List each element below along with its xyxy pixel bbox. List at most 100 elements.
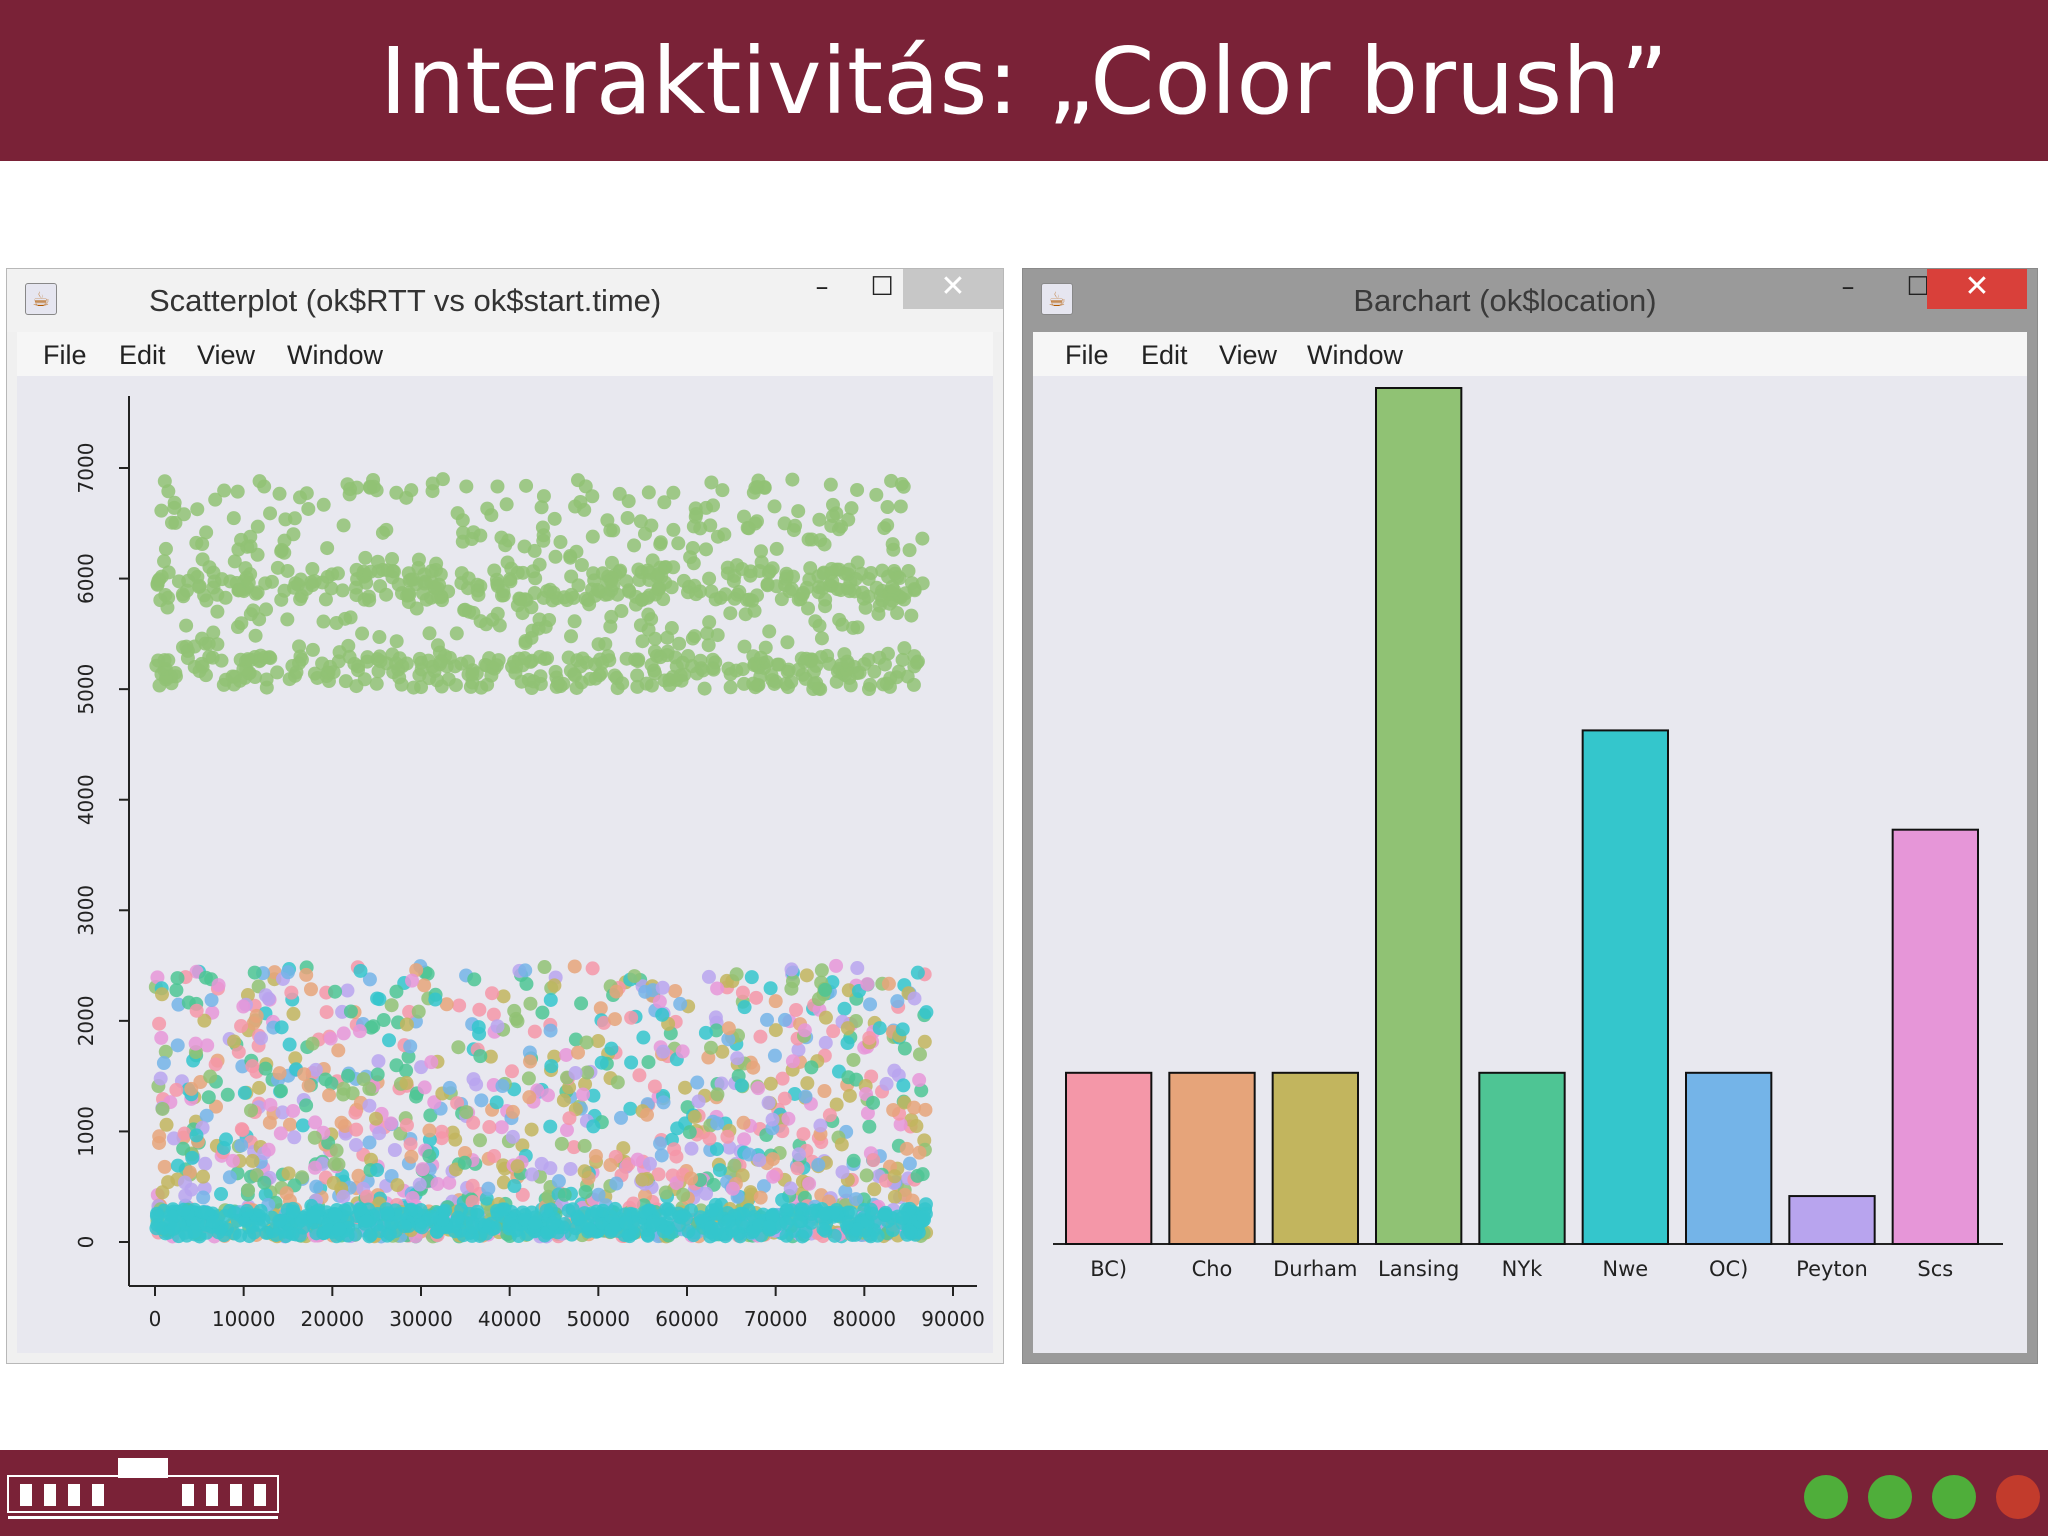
- scatter-point: [169, 983, 184, 998]
- minimize-button[interactable]: –: [1823, 269, 1873, 309]
- scatter-point: [665, 670, 680, 685]
- scatter-point: [765, 673, 780, 688]
- scatterplot-plot-area[interactable]: 0 10000 20000 30000 40000 50000 60000 70000 8000…: [17, 376, 993, 1353]
- scatter-point: [362, 1098, 377, 1113]
- scatter-point: [690, 1075, 705, 1090]
- scatter-point: [546, 585, 561, 600]
- menu-edit[interactable]: Edit: [1141, 340, 1188, 371]
- menu-window[interactable]: Window: [1307, 340, 1403, 371]
- scatter-point: [452, 998, 467, 1013]
- scatter-point: [567, 668, 582, 683]
- minimize-button[interactable]: –: [797, 269, 847, 309]
- scatter-point: [609, 1176, 624, 1191]
- bar-cho[interactable]: [1168, 1071, 1256, 1245]
- scatter-point: [490, 479, 505, 494]
- scatter-point: [721, 1021, 736, 1036]
- scatter-point: [866, 1095, 881, 1110]
- scatter-point: [535, 520, 550, 535]
- scatter-point: [652, 994, 667, 1009]
- scatter-point: [490, 1019, 505, 1034]
- menu-window[interactable]: Window: [287, 340, 383, 371]
- bar-scs[interactable]: [1891, 828, 1980, 1245]
- scatter-point: [295, 1118, 310, 1133]
- bar-bc[interactable]: [1065, 1071, 1153, 1245]
- scatter-point: [837, 566, 852, 581]
- scatter-point: [829, 674, 844, 689]
- scatter-point: [796, 1127, 811, 1142]
- scatter-point: [818, 599, 833, 614]
- scatter-point: [785, 974, 800, 989]
- scatter-point: [351, 1168, 366, 1183]
- scatterplot-chart[interactable]: 0 10000 20000 30000 40000 50000 60000 70000 8000…: [17, 376, 993, 1352]
- scatter-point: [590, 582, 605, 597]
- scatter-point: [225, 1153, 240, 1168]
- scatter-point: [303, 982, 318, 997]
- menu-file[interactable]: File: [43, 340, 87, 371]
- maximize-button[interactable]: ☐: [857, 269, 907, 309]
- bar-category-label: NYk: [1502, 1257, 1544, 1281]
- scatter-point: [334, 1115, 349, 1130]
- menu-view[interactable]: View: [197, 340, 255, 371]
- scatter-point: [532, 649, 547, 664]
- scatter-point: [399, 1076, 414, 1091]
- scatter-point: [644, 657, 659, 672]
- scatter-point: [715, 483, 730, 498]
- bar-oc[interactable]: [1685, 1071, 1773, 1245]
- scatter-point: [768, 994, 783, 1009]
- scatter-point: [564, 569, 579, 584]
- bar-nyk[interactable]: [1478, 1071, 1566, 1245]
- scatter-point: [568, 1065, 583, 1080]
- scatter-point: [434, 1124, 449, 1139]
- scatter-point: [635, 592, 650, 607]
- bar-lansing[interactable]: [1375, 387, 1463, 1245]
- scatter-point: [846, 1052, 861, 1067]
- scatter-point: [474, 1093, 489, 1108]
- barchart-plot-area[interactable]: BC) Cho Durham Lansing NYk Nwe OC) Peyton Scs: [1033, 376, 2027, 1353]
- scatter-point: [329, 1143, 344, 1158]
- scatter-point: [548, 549, 563, 564]
- scatter-point: [730, 1051, 745, 1066]
- scatter-point: [149, 1209, 164, 1224]
- scatter-point: [761, 1219, 776, 1234]
- scatter-point: [217, 483, 232, 498]
- scatter-point: [691, 1094, 706, 1109]
- scatter-point: [698, 542, 713, 557]
- scatter-point: [614, 604, 629, 619]
- scatter-point: [879, 676, 894, 691]
- barchart-chart[interactable]: BC) Cho Durham Lansing NYk Nwe OC) Peyton Scs: [1033, 376, 2027, 1352]
- scatter-point: [802, 572, 817, 587]
- barchart-menubar: File Edit View Window: [1033, 332, 2027, 376]
- close-button[interactable]: ✕: [1927, 269, 2027, 309]
- scatter-point: [890, 994, 905, 1009]
- scatter-point: [154, 503, 169, 518]
- bar-nwe[interactable]: [1581, 729, 1670, 1245]
- close-button[interactable]: ✕: [903, 269, 1003, 309]
- scatter-point: [177, 1175, 192, 1190]
- scatterplot-titlebar[interactable]: ☕ Scatterplot (ok$RTT vs ok$start.time) …: [7, 269, 1003, 332]
- bar-peyton[interactable]: [1788, 1195, 1876, 1246]
- scatter-point: [380, 1228, 395, 1243]
- scatter-point: [280, 612, 295, 627]
- scatter-point: [515, 606, 530, 621]
- scatter-point: [693, 521, 708, 536]
- scatter-point: [372, 630, 387, 645]
- menu-edit[interactable]: Edit: [119, 340, 166, 371]
- bar-durham[interactable]: [1271, 1071, 1360, 1245]
- barchart-titlebar[interactable]: ☕ Barchart (ok$location) – ☐ ✕: [1023, 269, 2037, 332]
- scatter-point: [505, 1129, 520, 1144]
- scatter-point: [635, 634, 650, 649]
- scatter-point: [791, 1147, 806, 1162]
- scatter-point: [567, 959, 582, 974]
- scatter-point: [412, 668, 427, 683]
- scatter-point: [850, 555, 865, 570]
- menu-file[interactable]: File: [1065, 340, 1109, 371]
- scatter-point: [823, 477, 838, 492]
- scatter-point: [341, 1201, 356, 1216]
- menu-view[interactable]: View: [1219, 340, 1277, 371]
- scatter-point: [863, 677, 878, 692]
- scatter-point: [220, 1087, 235, 1102]
- scatter-point: [723, 680, 738, 695]
- scatter-point: [800, 1076, 815, 1091]
- scatter-point: [292, 639, 307, 654]
- scatter-point: [790, 1161, 805, 1176]
